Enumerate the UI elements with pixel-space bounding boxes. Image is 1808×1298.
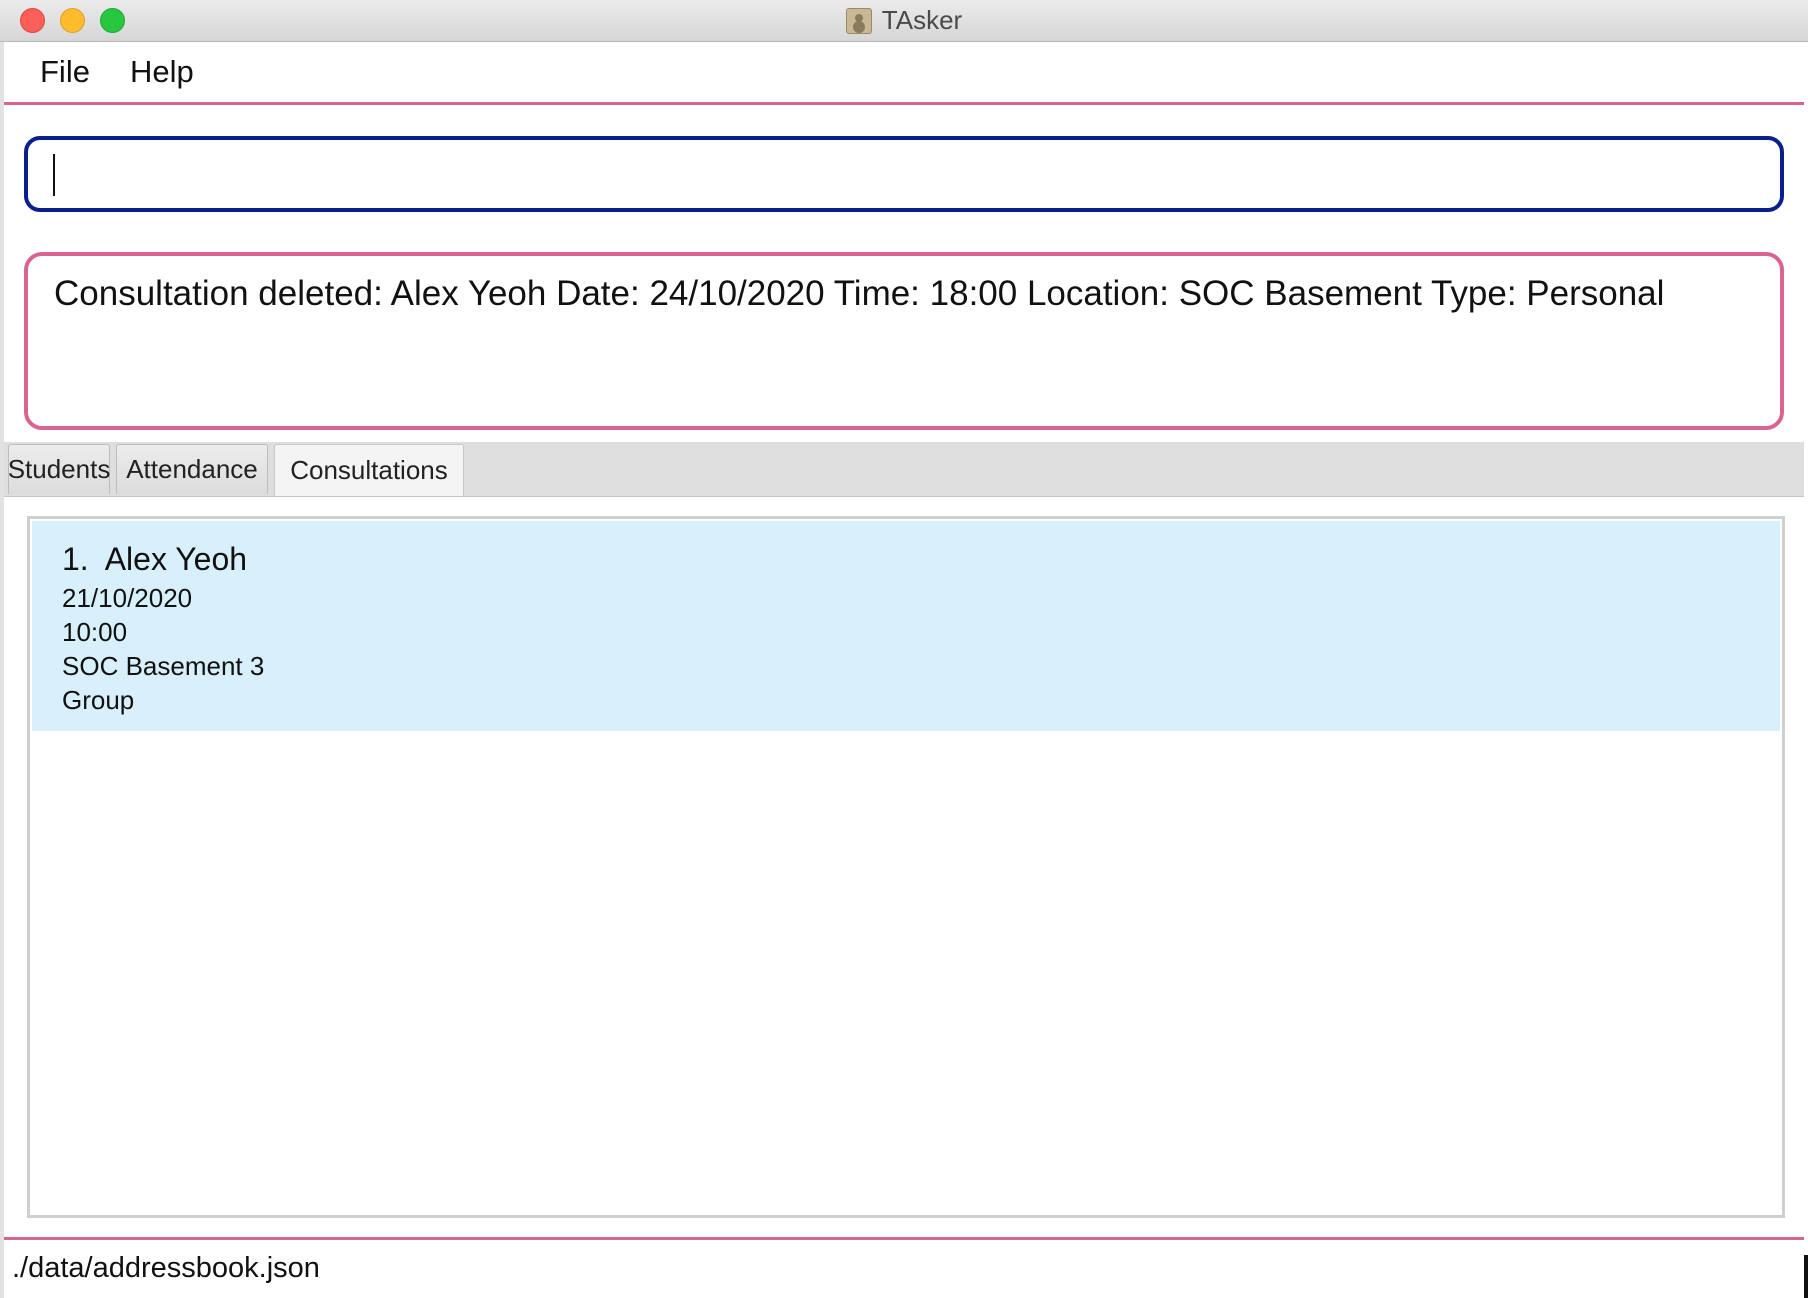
consultation-list[interactable]: 1. Alex Yeoh 21/10/2020 10:00 SOC Basemen… [27,516,1785,1218]
title-bar: TAsker [0,0,1808,42]
tab-consultations[interactable]: Consultations [274,444,464,496]
consultation-time: 10:00 [62,617,128,647]
app-window: TAsker File Help Consultation deleted: A… [0,0,1808,1298]
menu-bar: File Help [4,42,1804,105]
status-bar: ./data/addressbook.json [4,1237,1804,1298]
consultation-date: 21/10/2020 [62,583,193,613]
result-display: Consultation deleted: Alex Yeoh Date: 24… [24,252,1784,430]
tab-students[interactable]: Students [8,444,110,494]
consultation-location: SOC Basement 3 [62,651,265,681]
consultation-index: 1. [62,541,89,577]
consultation-title: 1. Alex Yeoh [62,541,247,578]
window-left-edge [0,42,4,1298]
menu-help[interactable]: Help [130,54,194,90]
menu-file[interactable]: File [40,54,90,90]
tab-attendance[interactable]: Attendance [116,444,268,494]
tab-bar: Students Attendance Consultations [4,442,1804,497]
window-resize-corner [1804,1255,1808,1298]
consultation-card[interactable]: 1. Alex Yeoh 21/10/2020 10:00 SOC Basemen… [32,521,1780,731]
command-input[interactable] [50,150,1754,200]
result-message: Consultation deleted: Alex Yeoh Date: 24… [54,274,1665,313]
save-location-path: ./data/addressbook.json [12,1252,320,1284]
text-caret [53,154,55,196]
consultation-name: Alex Yeoh [104,541,248,577]
command-box[interactable] [24,136,1784,212]
app-contact-icon [845,7,872,34]
consultation-type: Group [62,685,135,715]
window-title-group: TAsker [0,0,1808,41]
window-title: TAsker [881,5,963,35]
